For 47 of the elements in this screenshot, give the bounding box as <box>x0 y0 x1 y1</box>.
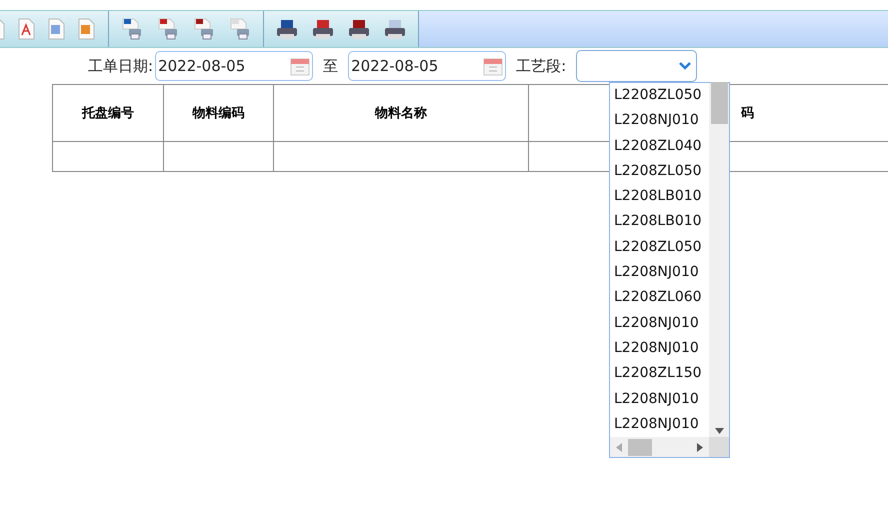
dropdown-option[interactable]: L2208LB010 <box>610 184 709 210</box>
horizontal-scrollbar[interactable] <box>610 437 709 457</box>
scrollbar-thumb[interactable] <box>628 438 652 456</box>
column-header: 物料编码 <box>164 84 274 142</box>
dropdown-option[interactable]: L2208NJ010 <box>610 108 709 134</box>
dropdown-option[interactable]: L2208NJ010 <box>610 310 709 336</box>
print-document-icon[interactable] <box>121 18 143 40</box>
start-date-field[interactable]: 2022-08-05 <box>155 51 314 81</box>
chevron-down-icon <box>678 61 692 71</box>
end-date-field[interactable]: 2022-08-05 <box>348 51 506 81</box>
dropdown-option[interactable]: L2208NJ010 <box>610 336 709 362</box>
dropdown-option[interactable]: L2208ZL050 <box>610 83 709 108</box>
calendar-icon[interactable] <box>290 56 310 76</box>
right-arrow-icon[interactable] <box>697 442 703 452</box>
date-value: 2022-08-05 <box>351 57 440 75</box>
printer-icon[interactable] <box>312 18 334 40</box>
dropdown-option[interactable]: L2208ZL050 <box>610 234 709 260</box>
dropdown-option[interactable]: L2208NJ010 <box>610 386 709 412</box>
left-arrow-icon[interactable] <box>616 442 622 452</box>
dropdown-option[interactable]: L2208ZL060 <box>610 285 709 311</box>
print-document-icon[interactable] <box>229 18 251 40</box>
dropdown-option[interactable]: L2208ZL050 <box>610 158 709 184</box>
to-label: 至 <box>323 56 338 76</box>
print-document-icon[interactable] <box>193 18 215 40</box>
document-icon[interactable] <box>76 18 96 40</box>
word-document-icon[interactable] <box>46 18 66 40</box>
dropdown-option[interactable]: L2208ZL150 <box>610 361 709 387</box>
printer-icon[interactable] <box>384 18 406 40</box>
pdf-icon[interactable] <box>16 18 36 40</box>
scrollbar-corner <box>709 437 729 457</box>
dropdown-option[interactable]: L2208NJ010 <box>610 260 709 286</box>
dropdown-option[interactable]: L2208NJ010 <box>610 412 709 437</box>
dropdown-option[interactable]: L2208LB010 <box>610 209 709 235</box>
printer-icon[interactable] <box>276 18 298 40</box>
column-header: 物料名称 <box>274 84 528 142</box>
scrollbar-thumb[interactable] <box>710 82 728 124</box>
down-arrow-icon[interactable] <box>714 428 724 434</box>
vertical-scrollbar[interactable] <box>709 83 729 437</box>
calendar-icon[interactable] <box>483 56 504 76</box>
stage-dropdown[interactable] <box>576 50 698 82</box>
column-header: 托盘编号 <box>52 84 164 142</box>
document-icon[interactable] <box>0 18 6 40</box>
date-label: 工单日期: <box>88 56 154 76</box>
print-document-icon[interactable] <box>157 18 179 40</box>
date-value: 2022-08-05 <box>158 57 246 75</box>
printer-icon[interactable] <box>348 18 370 40</box>
stage-label: 工艺段: <box>516 56 566 76</box>
